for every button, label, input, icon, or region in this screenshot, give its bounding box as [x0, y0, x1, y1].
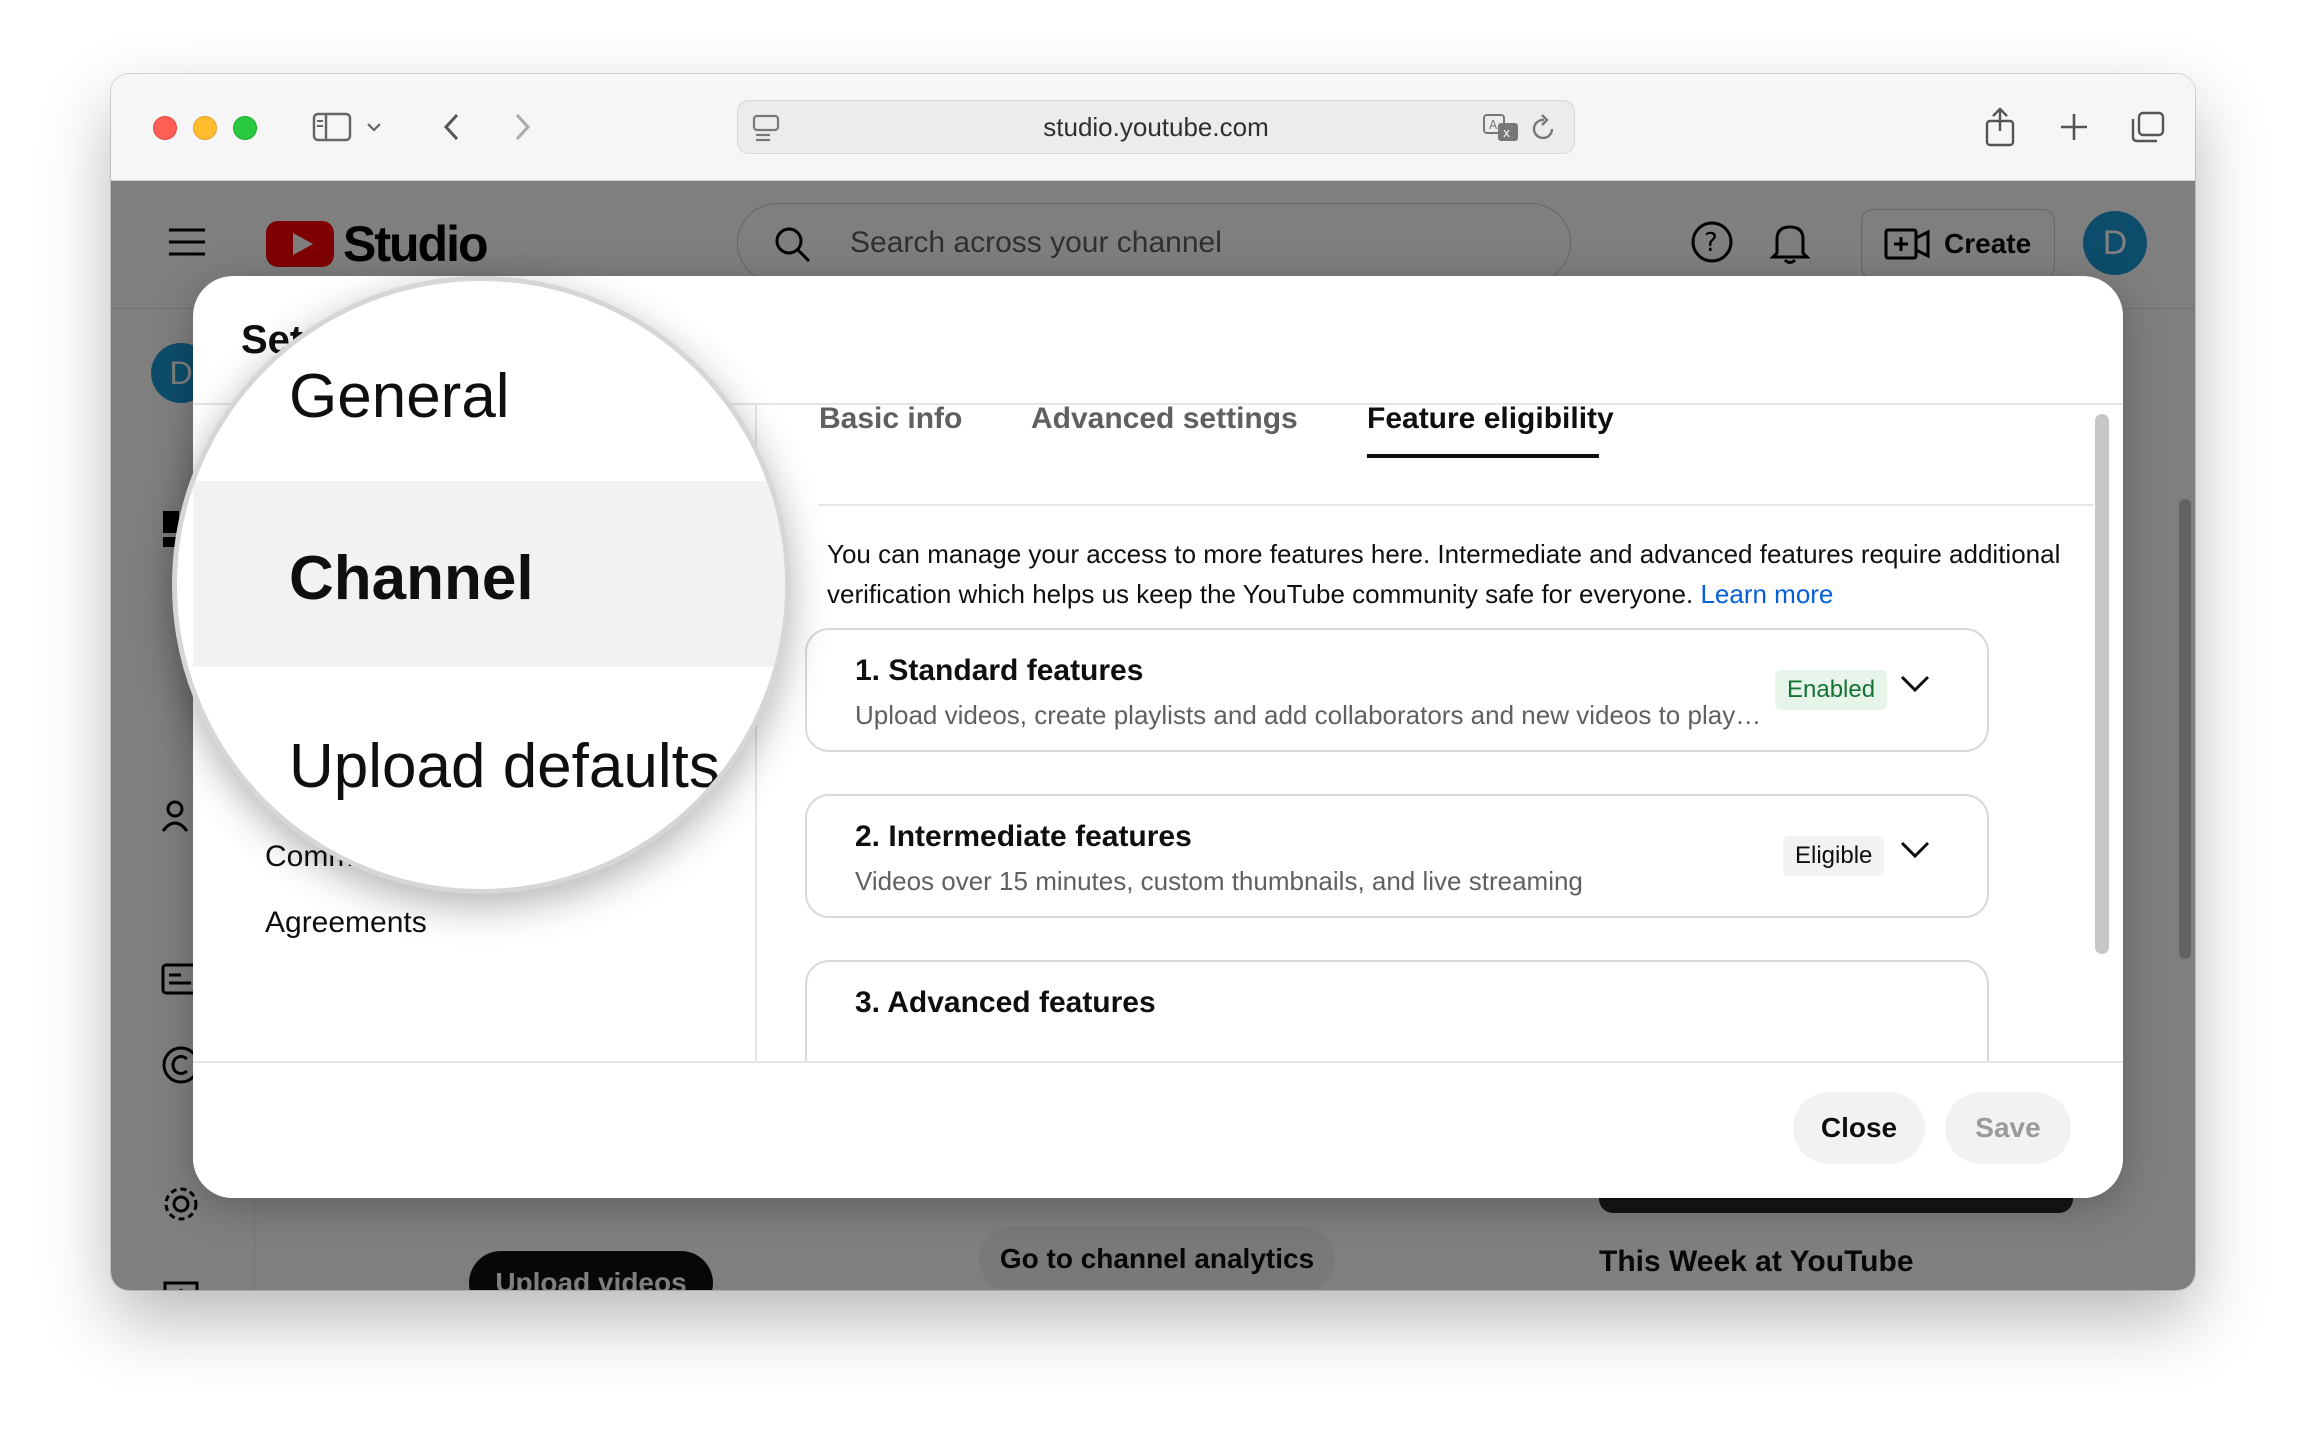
feature-description: Videos over 15 minutes, custom thumbnail…: [855, 866, 1583, 896]
page-settings-icon[interactable]: [750, 111, 784, 152]
feature-intro-text: You can manage your access to more featu…: [827, 534, 2087, 614]
magnifier-lens: General Channel Upload defaults: [172, 276, 790, 894]
nav-item-upload-defaults[interactable]: Upload defaults: [289, 731, 720, 802]
chevron-down-icon[interactable]: [1899, 840, 1931, 865]
url-text: studio.youtube.com: [1043, 111, 1269, 142]
forward-icon[interactable]: [499, 104, 545, 150]
new-tab-icon[interactable]: [2051, 104, 2097, 150]
sidebar-menu-chevron-icon[interactable]: [359, 104, 389, 150]
learn-more-link[interactable]: Learn more: [1700, 579, 1833, 609]
address-bar[interactable]: studio.youtube.com Ax: [737, 100, 1575, 154]
feature-description: Upload videos, create playlists and add …: [855, 700, 1765, 730]
feature-card-intermediate[interactable]: 2. Intermediate features Videos over 15 …: [805, 794, 1989, 918]
chevron-down-icon[interactable]: [1899, 674, 1931, 699]
status-badge-enabled: Enabled: [1775, 670, 1888, 710]
sidebar-toggle-icon[interactable]: [309, 104, 355, 150]
share-icon[interactable]: [1977, 104, 2023, 150]
feature-title: 1. Standard features: [855, 654, 1144, 687]
tab-advanced-settings[interactable]: Advanced settings: [1031, 402, 1298, 436]
nav-item-agreements[interactable]: Agreements: [265, 906, 427, 940]
feature-title: 3. Advanced features: [855, 986, 1156, 1019]
close-button[interactable]: Close: [1793, 1092, 1925, 1164]
save-button[interactable]: Save: [1945, 1092, 2071, 1164]
intro-text: You can manage your access to more featu…: [827, 539, 2061, 609]
back-icon[interactable]: [429, 104, 475, 150]
tab-basic-info[interactable]: Basic info: [819, 402, 962, 436]
minimize-window-button[interactable]: [193, 116, 217, 140]
reload-icon[interactable]: [1528, 111, 1560, 152]
active-tab-indicator: [1367, 454, 1599, 458]
tab-feature-eligibility[interactable]: Feature eligibility: [1367, 402, 1614, 436]
zoom-window-button[interactable]: [233, 116, 257, 140]
status-badge-eligible: Eligible: [1783, 836, 1885, 876]
close-window-button[interactable]: [153, 116, 177, 140]
tab-overview-icon[interactable]: [2125, 104, 2171, 150]
svg-text:x: x: [1503, 126, 1510, 140]
translate-icon[interactable]: Ax: [1482, 111, 1520, 152]
dialog-footer-divider: [193, 1061, 2123, 1063]
feature-title: 2. Intermediate features: [855, 820, 1192, 853]
svg-text:A: A: [1489, 118, 1498, 132]
nav-item-general[interactable]: General: [289, 361, 510, 432]
feature-card-standard[interactable]: 1. Standard features Upload videos, crea…: [805, 628, 1989, 752]
nav-item-channel[interactable]: Channel: [289, 543, 534, 614]
dialog-scrollbar[interactable]: [2095, 414, 2109, 954]
browser-toolbar: studio.youtube.com Ax: [111, 74, 2195, 181]
